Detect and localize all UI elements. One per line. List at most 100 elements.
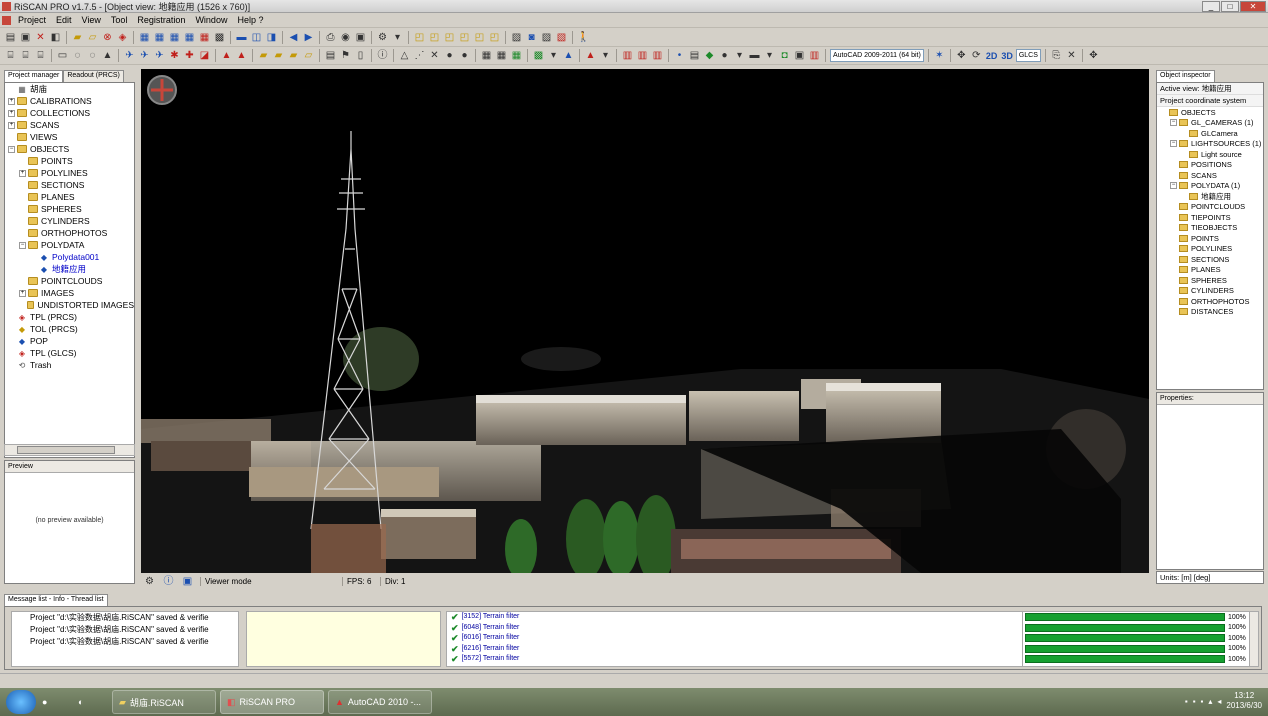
tree-node[interactable]: ◈ TPL (PRCS) (5, 311, 134, 323)
menu-tool[interactable]: Tool (106, 15, 133, 25)
object-tree-node[interactable]: − LIGHTSOURCES (1) (1157, 139, 1263, 150)
browser-icon[interactable]: ◐ (72, 690, 108, 714)
info-circle-icon[interactable]: ⓘ (162, 575, 175, 588)
expand-toggle-icon[interactable]: + (8, 121, 15, 129)
tree-node[interactable]: + COLLECTIONS (5, 107, 134, 119)
start-button[interactable] (6, 690, 36, 714)
object-tree-node[interactable]: SECTIONS (1157, 254, 1263, 265)
scan-2-icon[interactable]: ▦ (153, 31, 166, 44)
select-rect-icon[interactable]: ▭ (56, 49, 69, 62)
tree-node[interactable]: ORTHOPHOTOS (5, 227, 134, 239)
save-icon[interactable]: ▣ (354, 31, 367, 44)
task-riscan[interactable]: ◧ RiSCAN PRO (220, 690, 324, 714)
tree-node[interactable]: POINTCLOUDS (5, 275, 134, 287)
expand-toggle-icon[interactable]: + (8, 97, 15, 105)
open-project-icon[interactable]: ▣ (19, 31, 32, 44)
thread-item[interactable]: ✔ [6216] Terrain filter (447, 644, 1023, 655)
tree-node[interactable]: ◆ TOL (PRCS) (5, 323, 134, 335)
qq-icon[interactable]: ● (36, 690, 72, 714)
view-3d-button[interactable]: 3D (1000, 51, 1014, 61)
move-icon[interactable]: ✥ (955, 49, 968, 62)
tray-2-icon[interactable]: ▪ (1193, 697, 1196, 706)
folder-tool-3-icon[interactable]: ▰ (287, 49, 300, 62)
object-tree-node[interactable]: OBJECTS (1157, 107, 1263, 118)
walk-icon[interactable]: 🚶 (577, 31, 590, 44)
tree-node[interactable]: ◆ 地籍应用 (5, 263, 134, 275)
tools-2-icon[interactable]: ✥ (1087, 49, 1100, 62)
coordinate-system-select[interactable]: GLCS (1015, 49, 1041, 62)
link-icon[interactable]: ⎘ (1050, 49, 1063, 62)
image-2-icon[interactable]: ▨ (540, 31, 553, 44)
object-tree-node[interactable]: SPHERES (1157, 275, 1263, 286)
marker-icon[interactable]: ✱ (168, 49, 181, 62)
menu-help[interactable]: Help ? (232, 15, 268, 25)
cube-6-icon[interactable]: ◰ (488, 31, 501, 44)
tree-node[interactable]: ◆ Polydata001 (5, 251, 134, 263)
rotate-icon[interactable]: ⟳ (970, 49, 983, 62)
thread-item[interactable]: ✔ [6016] Terrain filter (447, 633, 1023, 644)
folder-open-icon[interactable]: ▰ (71, 31, 84, 44)
cube-3-icon[interactable]: ◰ (443, 31, 456, 44)
tree-node[interactable]: − POLYDATA (5, 239, 134, 251)
measure-icon[interactable]: △ (398, 49, 411, 62)
message-item[interactable]: Project "d:\实验数据\胡庙.RiSCAN" saved & veri… (12, 624, 238, 636)
tab-readout[interactable]: Readout (PRCS) (63, 70, 124, 82)
scan-6-icon[interactable]: ▩ (213, 31, 226, 44)
object-tree-node[interactable]: POSITIONS (1157, 160, 1263, 171)
thread-item[interactable]: ✔ [3152] Terrain filter (447, 612, 1023, 623)
expand-toggle-icon[interactable]: − (1170, 119, 1177, 127)
tree-node[interactable]: UNDISTORTED IMAGES (5, 299, 134, 311)
tree-node[interactable]: SECTIONS (5, 179, 134, 191)
stop-icon[interactable]: ⊗ (101, 31, 114, 44)
chart-3-icon[interactable]: ▥ (651, 49, 664, 62)
close-button[interactable]: ✕ (1240, 1, 1266, 12)
minimize-button[interactable]: _ (1202, 1, 1220, 12)
new-project-icon[interactable]: ▤ (4, 31, 17, 44)
thread-item[interactable]: ✔ [5572] Terrain filter (447, 654, 1023, 665)
measure-5-icon[interactable]: ● (458, 49, 471, 62)
maximize-button[interactable]: □ (1221, 1, 1239, 12)
folder-tool-2-icon[interactable]: ▰ (272, 49, 285, 62)
dxf-version-select[interactable]: AutoCAD 2009-2011 (64 bit) (830, 49, 924, 62)
save-view-icon[interactable]: ▣ (181, 575, 194, 588)
triangle-icon[interactable]: ▲ (220, 49, 233, 62)
expand-toggle-icon[interactable]: + (8, 109, 15, 117)
menu-project[interactable]: Project (13, 15, 51, 25)
stack-icon[interactable]: ◘ (778, 49, 791, 62)
cube-5-icon[interactable]: ◰ (473, 31, 486, 44)
tile-icon[interactable]: ▬ (235, 31, 248, 44)
menu-registration[interactable]: Registration (132, 15, 190, 25)
tab-message-list[interactable]: Message list - Info - Thread list (4, 594, 108, 606)
scan-5-icon[interactable]: ▦ (198, 31, 211, 44)
tool-2-icon[interactable]: ⌸ (19, 49, 32, 62)
scan-4-icon[interactable]: ▦ (183, 31, 196, 44)
scan-icon[interactable]: ▦ (138, 31, 151, 44)
tab-project-manager[interactable]: Project manager (4, 70, 64, 82)
plane-3-icon[interactable]: ✈ (153, 49, 166, 62)
tree-node[interactable]: + CALIBRATIONS (5, 95, 134, 107)
mdi-icon[interactable] (2, 15, 11, 25)
expand-toggle-icon[interactable]: − (8, 145, 15, 153)
tree-node[interactable]: PLANES (5, 191, 134, 203)
tree-node[interactable]: + IMAGES (5, 287, 134, 299)
grid-icon[interactable]: ▦ (480, 49, 493, 62)
dropdown-3-icon[interactable]: ▾ (599, 49, 612, 62)
tree-node[interactable]: − OBJECTS (5, 143, 134, 155)
expand-toggle-icon[interactable]: + (19, 289, 26, 297)
object-tree-node[interactable]: SCANS (1157, 170, 1263, 181)
bin-icon[interactable]: ▯ (354, 49, 367, 62)
object-tree-node[interactable]: PLANES (1157, 265, 1263, 276)
select-icon[interactable]: ◌ (71, 49, 84, 62)
delete-icon[interactable]: ✕ (34, 31, 47, 44)
image-icon[interactable]: ▨ (510, 31, 523, 44)
triangle-3-icon[interactable]: ▲ (584, 49, 597, 62)
tree-node[interactable]: ⟲ Trash (5, 359, 134, 371)
arrow-left-icon[interactable]: ◀ (287, 31, 300, 44)
arrow-right-icon[interactable]: ▶ (302, 31, 315, 44)
grid-3-icon[interactable]: ▦ (510, 49, 523, 62)
dropdown-4-icon[interactable]: ▾ (733, 49, 746, 62)
settings-icon[interactable]: ⚙ (376, 31, 389, 44)
object-tree-node[interactable]: ORTHOPHOTOS (1157, 296, 1263, 307)
thread-list[interactable]: ✔ [3152] Terrain filter ✔ [6048] Terrain fi… (446, 611, 1024, 667)
pyramid-icon[interactable]: ▲ (562, 49, 575, 62)
